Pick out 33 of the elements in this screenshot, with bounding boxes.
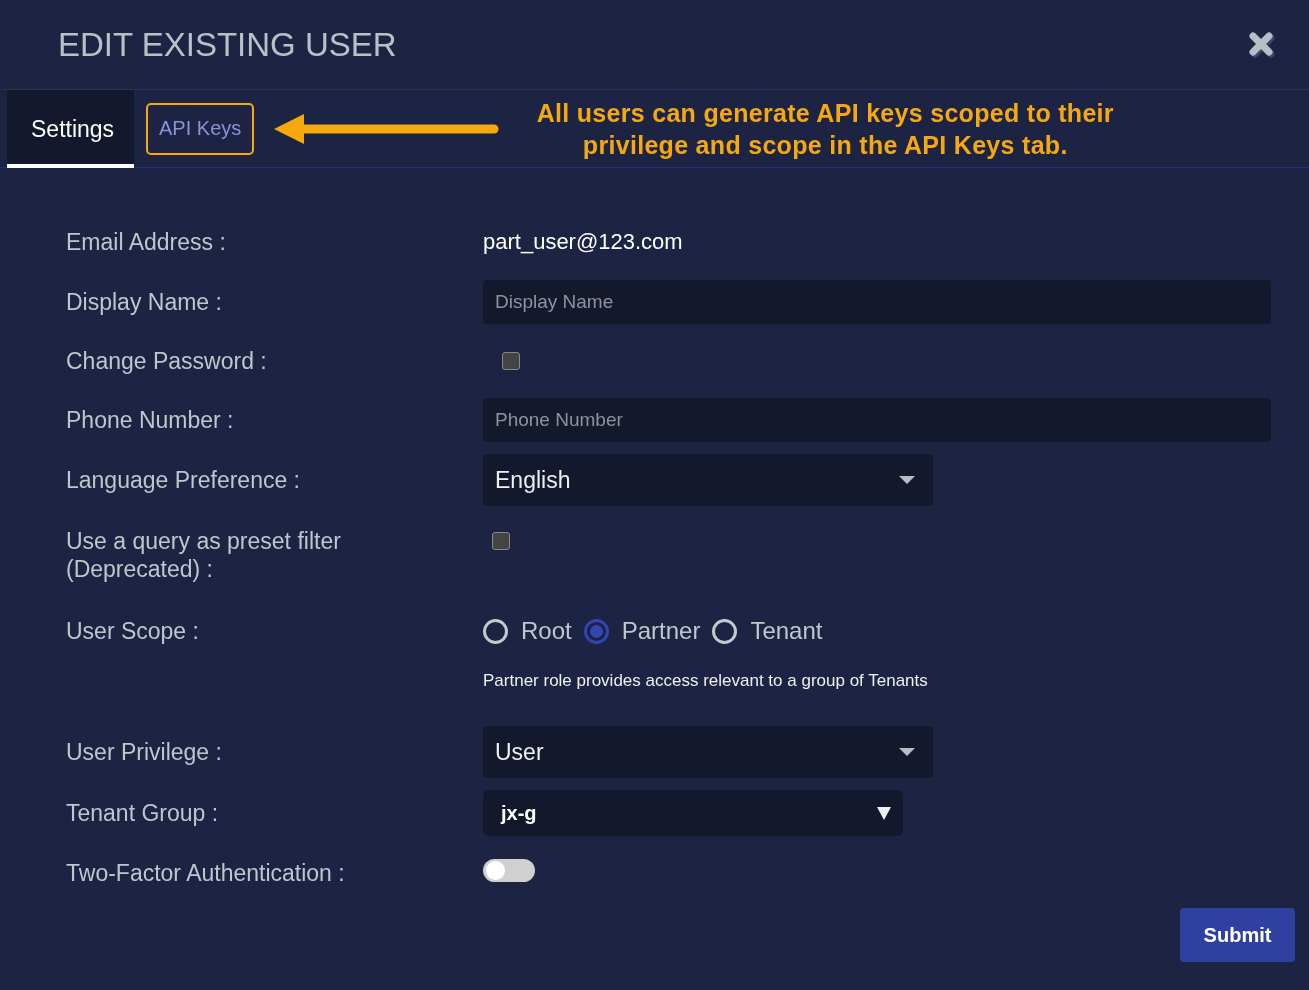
submit-button[interactable]: Submit (1180, 908, 1295, 962)
checkbox[interactable] (492, 532, 510, 550)
arrow-icon (274, 111, 501, 146)
dropdown[interactable]: User (483, 726, 933, 778)
tab[interactable]: API Keys (146, 102, 255, 155)
field-label: Two-Factor Authentication : (66, 858, 346, 887)
dropdown[interactable]: jx-g (483, 790, 903, 836)
annotation-text: All users can generate API keys scoped to their privilege and scope in the API Keys tab. (535, 97, 1115, 161)
field-label: Language Preference : (66, 466, 301, 494)
radio-label: Root (521, 617, 572, 645)
caret-icon (899, 476, 915, 484)
dialog-title: EDIT EXISTING USER (58, 25, 397, 64)
radio-button[interactable] (583, 618, 609, 644)
field-label: Use a query as preset filter (Deprecated) : (66, 527, 342, 583)
caret-icon (877, 806, 891, 820)
caret-icon (899, 748, 915, 756)
input-field[interactable]: Display Name (483, 279, 1271, 324)
dropdown[interactable]: English (483, 454, 933, 506)
field-label: Change Password : (66, 347, 268, 375)
toggle-switch[interactable] (483, 859, 535, 882)
email-value: part_user@123.com (483, 229, 683, 254)
checkbox[interactable] (502, 352, 520, 370)
field-label: Email Address : (66, 228, 227, 256)
field-label: User Scope : (66, 617, 200, 645)
field-label: Phone Number : (66, 405, 235, 434)
radio-label: Partner (621, 617, 701, 645)
radio-label: Tenant (750, 617, 823, 645)
field-label: Tenant Group : (66, 799, 220, 827)
field-label: Display Name : (66, 287, 223, 316)
tab[interactable]: Settings (7, 89, 134, 168)
help-text: Partner role provides access relevant to a group of Tenants (483, 671, 929, 691)
field-label: User Privilege : (66, 738, 223, 766)
input-field[interactable]: Phone Number (483, 397, 1271, 442)
